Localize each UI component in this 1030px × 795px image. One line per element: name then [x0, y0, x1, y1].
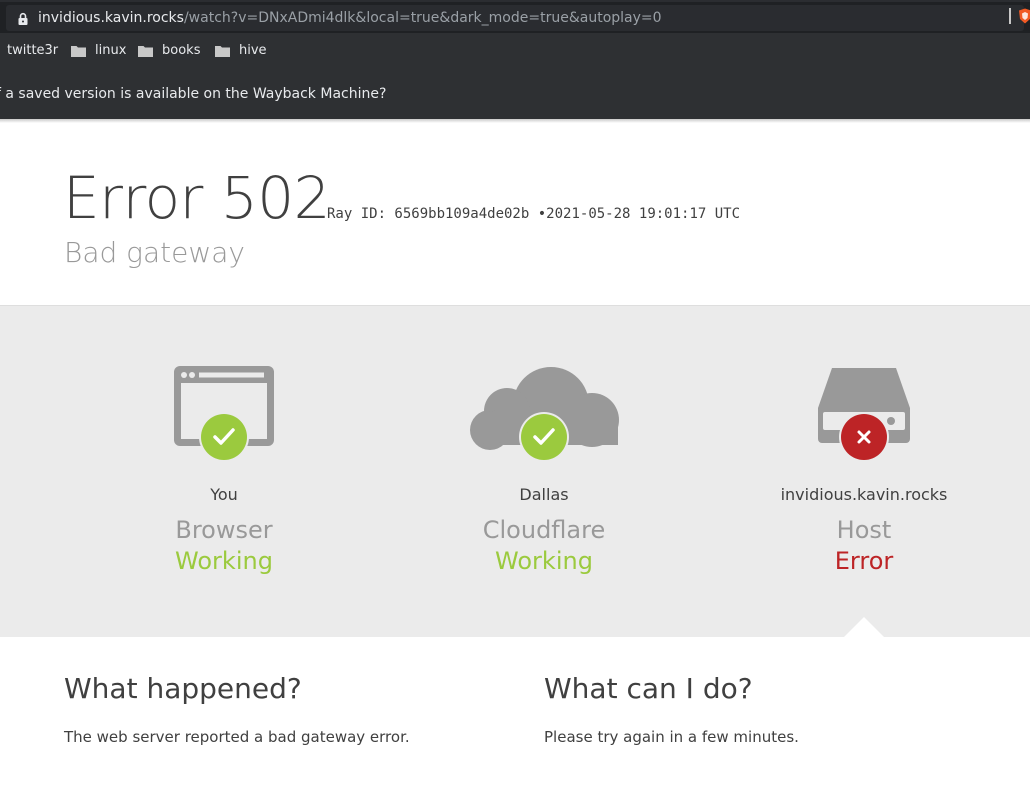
url-host: invidious.kavin.rocks [38, 10, 184, 26]
bookmark-label: twitte3r [7, 43, 59, 58]
location-label: invidious.kavin.rocks [780, 485, 948, 504]
infobar-shadow [0, 119, 1030, 123]
status-label: Working [175, 547, 273, 575]
what-can-i-do-text: Please try again in a few minutes. [544, 728, 799, 746]
error-x-icon [839, 412, 889, 462]
folder-icon [138, 45, 153, 57]
bookmark-folder-books[interactable]: books [138, 43, 200, 58]
url-path: /watch?v=DNxADmi4dlk&local=true&dark_mod… [183, 10, 662, 26]
location-label: Dallas [519, 485, 569, 504]
check-icon [199, 412, 249, 462]
bookmark-folder-linux[interactable]: linux [71, 43, 126, 58]
error-subtitle: Bad gateway [64, 236, 245, 269]
separator-bullet: • [537, 206, 547, 222]
timestamp: 2021-05-28 19:01:17 UTC [546, 206, 741, 222]
component-label: Browser [175, 516, 273, 544]
bookmark-label: books [162, 43, 201, 58]
folder-icon [71, 45, 86, 57]
lock-icon[interactable] [16, 12, 30, 26]
address-bar: invidious.kavin.rocks/watch?v=DNxADmi4dl… [0, 2, 1030, 33]
status-band: You Browser Working Dallas Cloudflare Wo… [0, 305, 1030, 637]
bookmark-label: linux [95, 43, 127, 58]
bookmark-twitte3r[interactable]: twitte3r [7, 43, 58, 58]
bookmark-label: hive [239, 43, 267, 58]
ray-id: Ray ID: 6569bb109a4de02b [327, 206, 530, 222]
bookmarks-bar: twitte3r linux books hive [0, 33, 1030, 71]
bookmark-folder-hive[interactable]: hive [215, 43, 267, 58]
status-label: Working [495, 547, 593, 575]
what-happened-heading: What happened? [64, 672, 302, 705]
url-field[interactable]: invidious.kavin.rocks/watch?v=DNxADmi4dl… [6, 5, 1024, 31]
infobar-text: f a saved version is available on the Wa… [0, 86, 387, 102]
url-text[interactable]: invidious.kavin.rocks/watch?v=DNxADmi4dl… [38, 10, 662, 26]
component-label: Cloudflare [482, 516, 606, 544]
status-label: Error [834, 547, 894, 575]
cloudflare-status-icon-group [394, 358, 694, 468]
what-can-i-do-heading: What can I do? [544, 672, 753, 705]
component-label: Host [836, 516, 892, 544]
folder-icon [215, 45, 230, 57]
host-status-icon-group [714, 358, 1014, 468]
ray-id-line: Ray ID: 6569bb109a4de02b •2021-05-28 19:… [327, 206, 740, 222]
wayback-infobar: f a saved version is available on the Wa… [0, 71, 1030, 119]
brave-shield-icon[interactable] [1018, 8, 1030, 24]
error-code: Error 502 [63, 164, 331, 232]
text-caret [1009, 8, 1011, 24]
what-happened-text: The web server reported a bad gateway er… [64, 728, 410, 746]
location-label: You [210, 485, 238, 504]
check-icon [519, 412, 569, 462]
browser-status-icon-group [74, 358, 374, 468]
host-pointer-notch [844, 617, 884, 637]
